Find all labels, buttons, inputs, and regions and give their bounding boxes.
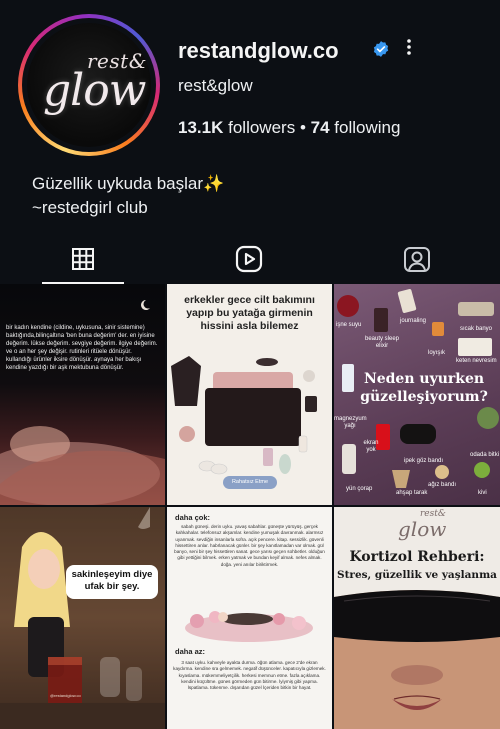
p3-label: ipek göz bandı bbox=[404, 458, 444, 464]
post-2-illustration bbox=[171, 356, 317, 475]
p3-label: journaling bbox=[400, 318, 427, 324]
post-3[interactable]: Neden uyurken güzelleşiyorum? işne suyu … bbox=[334, 284, 500, 505]
tab-posts[interactable] bbox=[0, 234, 166, 284]
p3-label: kivi bbox=[478, 490, 487, 496]
p3-label: magnezyum yağı bbox=[334, 416, 367, 429]
profile-stats: 13.1K followers • 74 following bbox=[178, 118, 400, 138]
post-4-photo bbox=[0, 507, 165, 729]
post-6-photo bbox=[334, 590, 500, 729]
post-5[interactable]: daha çok: sabah güneşi. derin uyku. yava… bbox=[167, 507, 332, 729]
post-1[interactable]: bir kadın kendine (cildine, uykusuna, si… bbox=[0, 284, 165, 505]
profile-header: rest& glow restandglow.co rest&glow 13.1… bbox=[0, 0, 500, 168]
tab-reels[interactable] bbox=[166, 234, 332, 284]
do-not-disturb-pill: Rahatsız Etme bbox=[223, 476, 277, 489]
p3-label: odada bitki bbox=[470, 452, 500, 458]
post-5-less-text: 3 saat uyku. kahveyle ayakta durma. öğün… bbox=[173, 660, 326, 691]
followers-count: 13.1K bbox=[178, 118, 224, 137]
post-5-illustration bbox=[185, 611, 313, 642]
post-5-heading-less: daha az: bbox=[175, 647, 206, 656]
p3-label: ekran yok bbox=[363, 440, 379, 453]
display-name: rest&glow bbox=[178, 76, 253, 95]
post-4[interactable]: sakinleşeyim diye ufak bir şey. @restand… bbox=[0, 507, 165, 729]
p3-label: ağız bandı bbox=[428, 482, 457, 488]
p3-label: sıcak banyo bbox=[460, 326, 493, 332]
followers-link[interactable]: 13.1K followers bbox=[178, 118, 295, 137]
story-ring[interactable]: rest& glow bbox=[18, 14, 160, 156]
post-1-photo bbox=[0, 300, 165, 505]
following-count: 74 bbox=[310, 118, 330, 137]
more-options-icon[interactable] bbox=[402, 38, 416, 62]
bio-line-1: Güzellik uykuda başlar✨ bbox=[32, 174, 225, 193]
p3-label: ahşap tarak bbox=[396, 490, 428, 496]
avatar[interactable]: rest& glow bbox=[27, 23, 151, 147]
bio-line-2: ~restedgirl club bbox=[32, 198, 148, 217]
post-3-labels: işne suyu journaling sıcak banyo beauty … bbox=[334, 284, 500, 505]
post-1-caption: bir kadın kendine (cildine, uykusuna, si… bbox=[6, 325, 158, 371]
p3-label: yün çorap bbox=[346, 486, 373, 492]
post-4-speech-bubble: sakinleşeyim diye ufak bir şey. bbox=[66, 565, 158, 599]
following-link[interactable]: 74 following bbox=[311, 118, 401, 137]
profile-tabs bbox=[0, 234, 500, 285]
followers-label: followers bbox=[228, 118, 296, 137]
following-label: following bbox=[334, 118, 401, 137]
stats-separator: • bbox=[299, 118, 311, 137]
post-6[interactable]: rest& glow Kortizol Rehberi: Stres, güze… bbox=[334, 507, 500, 729]
reels-icon bbox=[235, 245, 263, 273]
tab-tagged[interactable] bbox=[334, 234, 500, 284]
post-4-watermark: @restandglow.co bbox=[50, 693, 81, 698]
p3-label: işne suyu bbox=[336, 322, 362, 328]
avatar-logo-main: glow bbox=[43, 65, 146, 116]
verified-badge-icon bbox=[373, 41, 389, 57]
grid-icon bbox=[72, 248, 94, 270]
p3-label: beauty sleep elixir bbox=[364, 336, 400, 349]
p3-label: loyışık bbox=[428, 350, 446, 356]
p3-label: keten nevresim bbox=[456, 358, 497, 364]
post-2[interactable]: erkekler gece cilt bakımını yapıp bu yat… bbox=[167, 284, 332, 505]
username: restandglow.co bbox=[178, 38, 339, 63]
posts-grid: bir kadın kendine (cildine, uykusuna, si… bbox=[0, 284, 500, 729]
tagged-icon bbox=[404, 247, 430, 272]
